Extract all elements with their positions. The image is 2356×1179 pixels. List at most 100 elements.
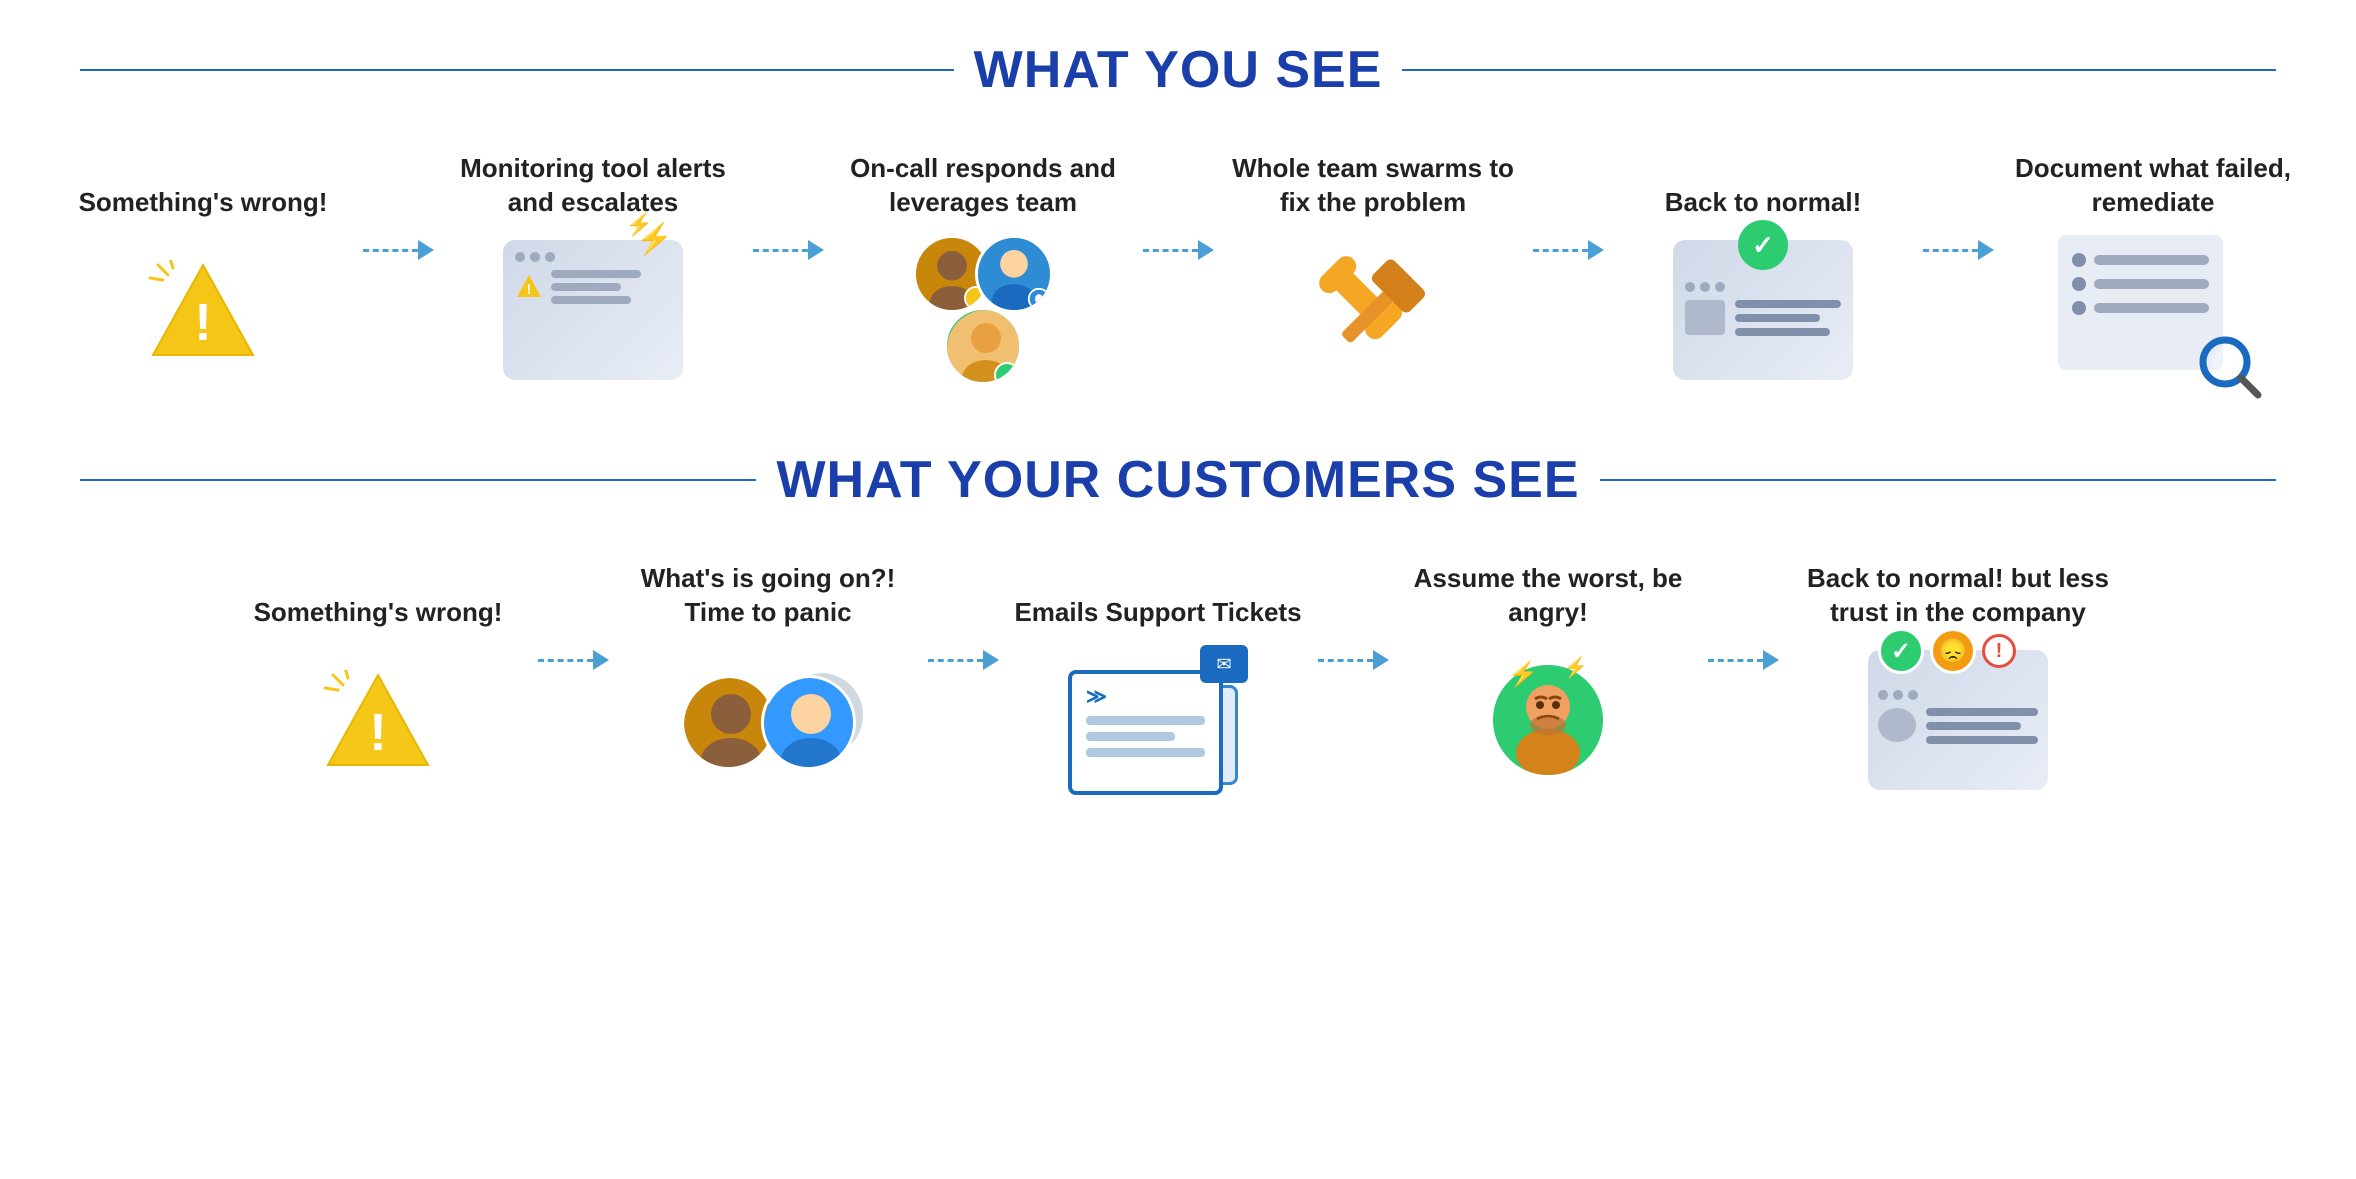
cust-step3-icon: ≫ ✉ [1058, 640, 1258, 800]
cust-step2-panic: What's is going on?! Time to panic [613, 560, 923, 800]
monitor-warning: ! [515, 270, 671, 304]
angry-zap1: ⚡ [1508, 660, 1538, 689]
section2-flow: Something's wrong! ! [80, 560, 2276, 800]
cust-dashed-arrow1 [538, 650, 609, 670]
result-content-row [1878, 708, 2038, 744]
step4-label: Whole team swarms to fix the problem [1218, 150, 1528, 230]
cust-dashed-line1 [538, 659, 593, 662]
step3-label: On-call responds and leverages team [828, 150, 1138, 230]
section2-title: WHAT YOUR CUSTOMERS SEE [776, 450, 1579, 510]
cust-step4-icon: ⚡ ⚡ [1448, 640, 1648, 800]
arrow2 [748, 150, 828, 260]
cust-step3-email: Emails Support Tickets ≫ [1003, 560, 1313, 800]
cust-step3-label: Emails Support Tickets [1014, 560, 1301, 640]
email-double-check: ≫ [1086, 684, 1107, 709]
panic-avatars [681, 655, 856, 785]
tools-icon [1293, 240, 1453, 380]
doc-magnify-wrap [2058, 235, 2248, 385]
header2-line-right [1600, 479, 2276, 481]
step2-icon: ! ⚡ ⚡ [493, 230, 693, 390]
cust-dashed-line3 [1318, 659, 1373, 662]
email-line1 [1086, 716, 1205, 725]
step3-icon: ✓ [883, 230, 1083, 390]
doc-bullet3 [2072, 301, 2086, 315]
monitor-line2 [551, 283, 621, 291]
result-badge-exclaim: ! [1982, 634, 2016, 668]
cust-step4-label: Assume the worst, be angry! [1393, 560, 1703, 640]
check-content-row [1685, 300, 1841, 336]
cust-step2-icon [668, 640, 868, 800]
check-badge: ✓ [1738, 220, 1788, 270]
result-line3 [1926, 736, 2038, 744]
doc-bar2 [2094, 279, 2209, 289]
cust-arrow1 [533, 560, 613, 670]
arrow1 [358, 150, 438, 260]
step1-icon: ! [103, 230, 303, 390]
section1-header: WHAT YOU SEE [80, 40, 2276, 100]
monitor-line1 [551, 270, 641, 278]
cust-step5-icon: ✓ 😞 ! [1858, 640, 2058, 800]
result-monitor: ✓ 😞 ! [1868, 650, 2048, 790]
cust-dashed-line4 [1708, 659, 1763, 662]
step5-normal: Back to normal! [1608, 150, 1918, 390]
cust-step5-result: Back to normal! but less trust in the co… [1783, 560, 2133, 800]
arrow5 [1918, 150, 1998, 260]
check-dot2 [1700, 282, 1710, 292]
dashed-line4 [1533, 249, 1588, 252]
avatar-2 [975, 235, 1053, 313]
dashed-line3 [1143, 249, 1198, 252]
cust-step1: Something's wrong! ! [223, 560, 533, 800]
cust-step1-icon: ! [278, 640, 478, 800]
team-avatars: ✓ [893, 235, 1073, 385]
check-monitor-wrap: ✓ [1673, 240, 1853, 380]
step2-label: Monitoring tool alerts and escalates [438, 150, 748, 230]
result-thumb [1878, 708, 1916, 742]
result-badge-check: ✓ [1878, 628, 1924, 674]
email-line2 [1086, 732, 1175, 741]
result-line2 [1926, 722, 2021, 730]
email-line3 [1086, 748, 1205, 757]
dashed-line1 [363, 249, 418, 252]
check-dot3 [1715, 282, 1725, 292]
header2-line-left [80, 479, 756, 481]
step6-icon [2053, 230, 2253, 390]
result-monitor-wrap: ✓ 😞 ! [1868, 650, 2048, 790]
arrow-head2 [808, 240, 824, 260]
check-dot1 [1685, 282, 1695, 292]
svg-text:!: ! [369, 704, 386, 762]
step1-wrong: Something's wrong! ! [48, 150, 358, 390]
panic-avatar2 [761, 675, 856, 770]
dot2 [530, 252, 540, 262]
doc-row2 [2072, 277, 2209, 291]
cust-dashed-line2 [928, 659, 983, 662]
monitor-lines [551, 270, 641, 304]
svg-text:!: ! [194, 294, 211, 352]
doc-row3 [2072, 301, 2209, 315]
cust-arrow-head2 [983, 650, 999, 670]
r-dot3 [1908, 690, 1918, 700]
step3-oncall: On-call responds and leverages team [828, 150, 1138, 390]
result-line1 [1926, 708, 2038, 716]
step6-label: Document what failed, remediate [1998, 150, 2308, 230]
step1-label: Something's wrong! [79, 150, 328, 230]
dashed-arrow4 [1533, 240, 1604, 260]
step4-icon [1273, 230, 1473, 390]
cust-dashed-arrow2 [928, 650, 999, 670]
arrow-head3 [1198, 240, 1214, 260]
section1-title: WHAT YOU SEE [974, 40, 1383, 100]
doc-row1 [2072, 253, 2209, 267]
cust-arrow-head4 [1763, 650, 1779, 670]
dashed-line2 [753, 249, 808, 252]
magnify-icon [2193, 330, 2263, 400]
cust-dashed-arrow3 [1318, 650, 1389, 670]
svg-text:!: ! [527, 281, 532, 297]
cust-arrow4 [1703, 560, 1783, 670]
section2-header: WHAT YOUR CUSTOMERS SEE [80, 450, 2276, 510]
email-top-icon: ✉ [1200, 645, 1248, 683]
header-line-left [80, 69, 954, 71]
mini-warning-icon: ! [515, 273, 543, 301]
arrow4 [1528, 150, 1608, 260]
page: WHAT YOU SEE Something's wrong! ! [0, 0, 2356, 900]
email-card-main: ≫ [1068, 670, 1223, 795]
email-wrap: ≫ ✉ [1068, 645, 1248, 795]
